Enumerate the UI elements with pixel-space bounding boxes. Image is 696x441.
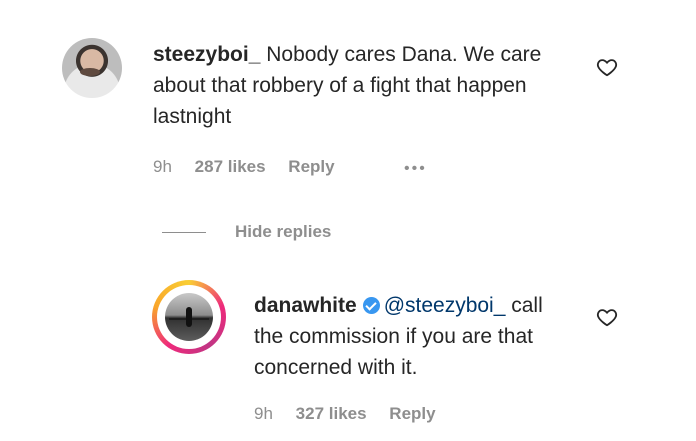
avatar-steezyboi[interactable] <box>62 38 122 98</box>
comment-time: 9h <box>254 404 273 423</box>
more-horizontal-icon[interactable]: ••• <box>404 160 427 178</box>
avatar-photo <box>165 293 213 341</box>
heart-icon[interactable] <box>596 56 618 78</box>
hide-replies-line <box>162 231 206 233</box>
reply-button[interactable]: Reply <box>389 404 435 424</box>
avatar-face-shadow <box>80 68 100 76</box>
verified-badge-icon <box>362 297 380 314</box>
comments-thread: steezyboi_ Nobody cares Dana. We care ab… <box>0 0 696 441</box>
avatar-danawhite[interactable] <box>152 280 226 354</box>
comment-meta-steezyboi: 9h 287 likes Reply <box>153 157 353 177</box>
story-ring-inner <box>157 285 221 349</box>
comment-likes[interactable]: 287 likes <box>195 157 266 177</box>
comment-time: 9h <box>153 157 172 176</box>
username-danawhite[interactable]: danawhite <box>254 294 357 317</box>
reply-button[interactable]: Reply <box>288 157 334 177</box>
comment-text-steezyboi: steezyboi_ Nobody cares Dana. We care ab… <box>153 39 573 132</box>
comment-text-danawhite: danawhite @steezyboi_ call the commission… <box>254 290 574 383</box>
hide-replies-button[interactable]: Hide replies <box>162 220 331 244</box>
photo-figure <box>186 307 192 327</box>
hide-replies-label: Hide replies <box>235 222 332 241</box>
comment-likes[interactable]: 327 likes <box>296 404 367 424</box>
comment-meta-danawhite: 9h 327 likes Reply <box>254 404 454 424</box>
mention-link[interactable]: @steezyboi_ <box>384 294 506 317</box>
username-steezyboi[interactable]: steezyboi_ <box>153 43 260 66</box>
heart-icon[interactable] <box>596 306 618 328</box>
